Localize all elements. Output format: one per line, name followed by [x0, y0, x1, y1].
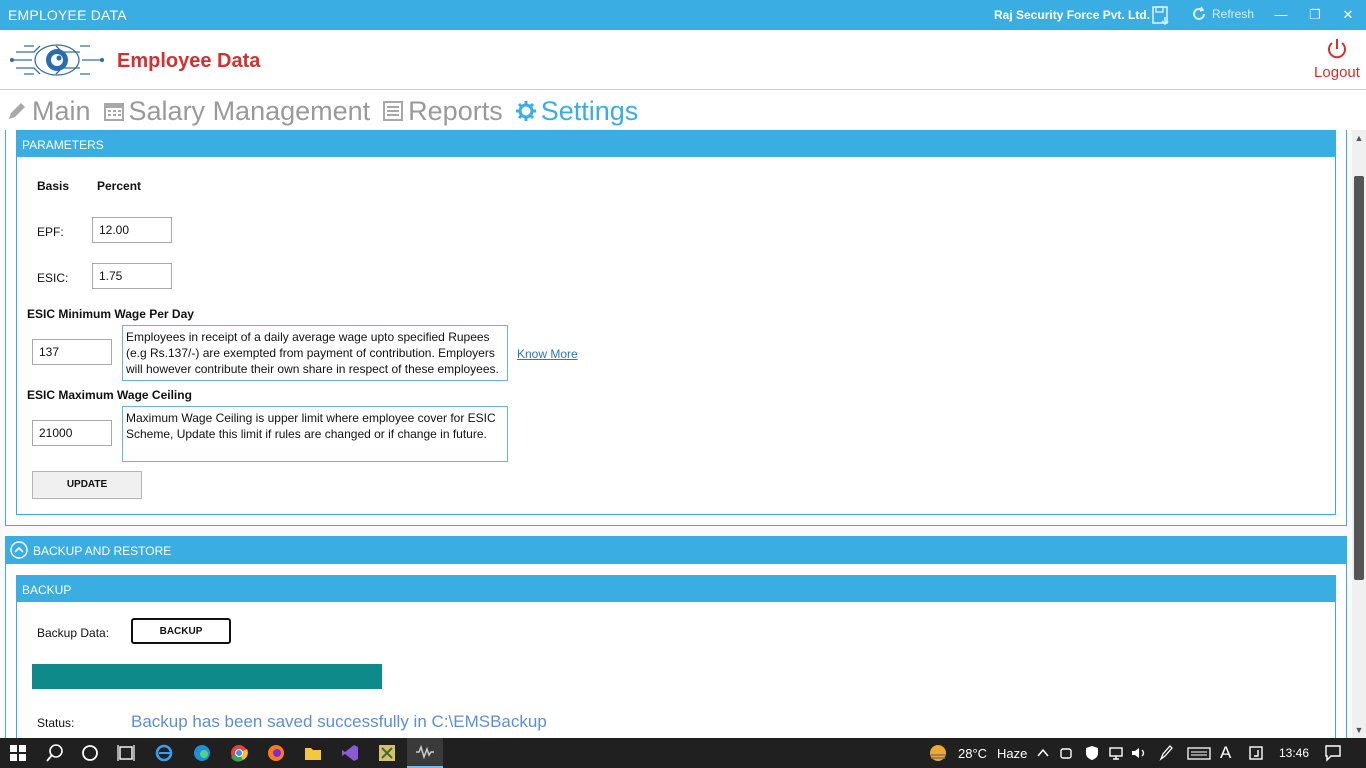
logout-button[interactable]: Logout [1312, 36, 1362, 81]
esic-min-title: ESIC Minimum Wage Per Day [27, 307, 194, 321]
page-title: Employee Data [117, 50, 261, 72]
close-button[interactable]: ✕ [1339, 6, 1357, 24]
company-name: Raj Security Force Pvt. Ltd. [994, 8, 1151, 22]
visual-studio-icon[interactable] [340, 743, 360, 763]
cortana-icon[interactable] [80, 743, 100, 763]
tab-label: Main [32, 95, 91, 126]
network-icon[interactable] [1108, 743, 1124, 763]
weather-temperature: 28°C [958, 746, 988, 761]
update-button[interactable]: UPDATE [32, 471, 142, 499]
esic-min-note: Employees in receipt of a daily average … [122, 325, 508, 381]
internet-explorer-icon[interactable] [154, 743, 174, 763]
backup-restore-title: BACKUP AND RESTORE [33, 544, 172, 558]
power-icon [1328, 39, 1346, 59]
refresh-icon [1193, 6, 1205, 20]
pen-ink-icon[interactable] [1157, 743, 1175, 763]
vertical-scrollbar[interactable]: ▲ ▼ [1352, 130, 1366, 738]
status-label: Status: [37, 716, 75, 730]
task-view-icon[interactable] [116, 743, 136, 763]
know-more-link[interactable]: Know More [517, 347, 578, 361]
settings-scroll-area[interactable]: PARAMETERS Basis Percent EPF: ESIC: ESIC… [0, 130, 1352, 738]
backup-panel: BACKUP Backup Data: BACKUP Status: Backu… [16, 575, 1336, 738]
esic-min-wage-field[interactable] [32, 339, 112, 365]
restore-button[interactable]: ❐ [1306, 6, 1324, 24]
notification-icon[interactable] [1323, 743, 1343, 763]
weather-condition: Haze [997, 746, 1028, 761]
window-title: EMPLOYEE DATA [8, 7, 127, 23]
file-explorer-icon[interactable] [303, 743, 323, 763]
epf-field[interactable] [92, 217, 172, 243]
edge-icon[interactable] [192, 743, 212, 763]
scroll-up-icon[interactable]: ▲ [1354, 133, 1364, 143]
backup-restore-header[interactable]: BACKUP AND RESTORE [5, 536, 1347, 564]
scrollbar-thumb[interactable] [1354, 176, 1364, 580]
esic-max-title: ESIC Maximum Wage Ceiling [27, 388, 192, 402]
list-icon [383, 101, 404, 121]
chrome-icon[interactable] [229, 743, 249, 763]
windows-taskbar: 28°C Haze A 13:46 [0, 738, 1366, 768]
tab-settings[interactable]: Settings [515, 95, 639, 127]
epf-label: EPF: [37, 225, 64, 239]
backup-progress-bar [32, 664, 382, 689]
search-icon[interactable] [45, 743, 65, 763]
parameters-header: PARAMETERS [17, 131, 1335, 157]
windows-start-icon[interactable] [10, 745, 26, 761]
tab-label: Reports [408, 95, 503, 126]
save-icon[interactable] [1150, 4, 1172, 26]
esic-max-note: Maximum Wage Ceiling is upper limit wher… [122, 406, 508, 462]
calendar-icon [103, 103, 124, 121]
volume-icon[interactable] [1130, 743, 1148, 763]
esic-max-wage-field[interactable] [32, 420, 112, 446]
tab-label: Settings [540, 95, 639, 126]
company-logo [10, 44, 104, 76]
app-tool-icon[interactable] [377, 743, 397, 763]
app-header: Employee Data Logout [0, 30, 1366, 90]
minimize-button[interactable]: — [1272, 6, 1290, 24]
esic-field[interactable] [92, 263, 172, 289]
gear-icon [515, 101, 536, 121]
title-bar: EMPLOYEE DATA Raj Security Force Pvt. Lt… [0, 0, 1366, 30]
esic-label: ESIC: [37, 271, 69, 285]
weather-icon[interactable] [928, 743, 948, 763]
percent-header: Percent [97, 179, 142, 193]
refresh-button[interactable]: Refresh [1190, 5, 1254, 23]
backup-header: BACKUP [17, 576, 1335, 602]
tab-label: Salary Management [128, 95, 371, 126]
touch-keyboard-icon[interactable] [1187, 743, 1211, 763]
parameters-panel: PARAMETERS Basis Percent EPF: ESIC: ESIC… [16, 130, 1336, 515]
tab-main[interactable]: Main [6, 96, 91, 127]
main-tabs: Main Salary Management Reports Settings [0, 92, 650, 130]
input-language-indicator[interactable]: A [1220, 743, 1231, 763]
tab-reports[interactable]: Reports [382, 96, 503, 127]
active-app-slot[interactable] [407, 738, 443, 768]
chevron-up-icon[interactable] [1036, 743, 1050, 763]
tab-salary-management[interactable]: Salary Management [103, 95, 371, 127]
clock-time[interactable]: 13:46 [1279, 746, 1309, 760]
backup-data-label: Backup Data: [37, 626, 110, 640]
meet-now-icon[interactable] [1059, 743, 1075, 763]
security-shield-icon[interactable] [1084, 743, 1100, 763]
refresh-label: Refresh [1212, 7, 1255, 21]
scroll-down-icon[interactable]: ▼ [1354, 725, 1364, 735]
collapse-icon[interactable] [10, 541, 28, 559]
logout-label: Logout [1314, 64, 1360, 81]
status-message: Backup has been saved successfully in C:… [131, 712, 547, 731]
employee-app-icon [416, 744, 434, 760]
firefox-icon[interactable] [266, 743, 286, 763]
ime-icon[interactable] [1248, 743, 1264, 763]
pencil-icon [9, 103, 25, 119]
basis-header: Basis [37, 179, 70, 193]
backup-progress-fill [32, 664, 382, 689]
backup-button[interactable]: BACKUP [131, 618, 231, 644]
